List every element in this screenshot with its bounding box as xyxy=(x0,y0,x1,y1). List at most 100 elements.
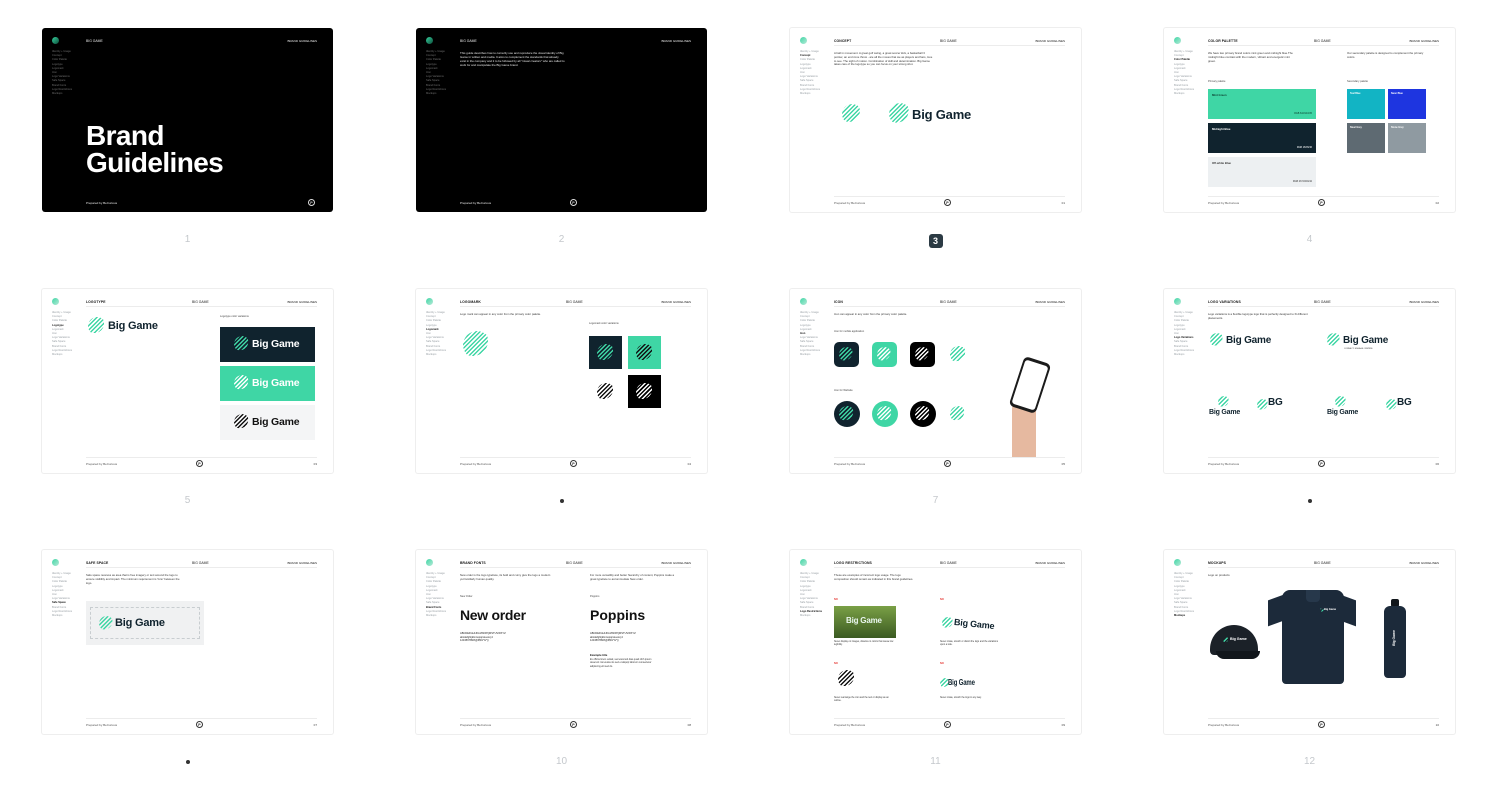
slide-title: SAFE SPACE xyxy=(86,561,109,565)
header-guidelines: BRAND GUIDELINES xyxy=(1035,300,1065,304)
slide-title: BRAND FONTS xyxy=(460,561,486,565)
brand-logo-icon xyxy=(52,298,59,305)
slide-thumbnail[interactable]: Identity + Usage Concept Color Palette Logo… xyxy=(790,289,1081,506)
footer-divider xyxy=(1208,718,1439,719)
logomark-icon xyxy=(463,331,491,359)
page-number[interactable]: 5 xyxy=(42,495,333,506)
slide-10[interactable]: Identity + Usage Concept Color Palette Logo… xyxy=(416,550,707,734)
slide-5[interactable]: Identity + Usage Concept Color Palette Logo… xyxy=(42,289,333,473)
swatch-stone-grey: Stone Grey xyxy=(1388,123,1426,153)
slide-thumbnail[interactable]: Identity + Usage Concept Color Palette Logo… xyxy=(1164,28,1455,245)
header-divider xyxy=(86,306,317,307)
page-number[interactable]: 1 xyxy=(42,234,333,245)
slide-thumbnail[interactable]: Identity + Usage Concept Color Palette Logo… xyxy=(42,550,333,764)
font2-sample: Poppins xyxy=(590,607,646,623)
web-icon-plain xyxy=(950,406,966,422)
page-number[interactable]: 4 xyxy=(1164,234,1455,245)
logo-wordmark: Big Game xyxy=(912,107,972,122)
page-number-loading[interactable] xyxy=(42,756,333,767)
header-brand: BIG GAME xyxy=(192,300,209,304)
page-number-loading[interactable] xyxy=(1164,495,1455,506)
brand-logo-icon xyxy=(800,298,807,305)
cover-title-line-2: Guidelines xyxy=(86,147,224,178)
page-number[interactable]: 7 xyxy=(790,495,1081,506)
slide-11[interactable]: Identity + Usage Concept Color Palette Logo… xyxy=(790,550,1081,734)
slide-7[interactable]: Identity + Usage Concept Color Palette Logo… xyxy=(790,289,1081,473)
slide-thumbnail[interactable]: BIG GAME BRAND GUIDELINES Identity + Usa… xyxy=(416,28,707,245)
slide-sidenav: Identity + Usage Concept Color Palette Logo… xyxy=(800,572,832,618)
page-number-loading[interactable] xyxy=(416,495,707,506)
restriction-photo: Big Game xyxy=(834,606,896,638)
slide-4[interactable]: Identity + Usage Concept Color Palette Logo… xyxy=(1164,28,1455,212)
sidenav-item[interactable]: Mockups xyxy=(52,614,84,618)
slide-9[interactable]: Identity + Usage Concept Color Palette Logo… xyxy=(42,550,333,734)
restriction-2-text: Never rotate, stretch or distort the log… xyxy=(940,641,998,646)
header-guidelines: BRAND GUIDELINES xyxy=(1035,39,1065,43)
sidenav-item[interactable]: Mockups xyxy=(52,92,84,96)
footer-divider xyxy=(834,457,1065,458)
logomark-black-tile xyxy=(628,375,661,408)
header-divider xyxy=(834,567,1065,568)
page-number[interactable]: 12 xyxy=(1164,756,1455,767)
sidenav-item[interactable]: Mockups xyxy=(1174,614,1206,618)
slide-thumbnail[interactable]: Identity + Usage Concept Color Palette Logo… xyxy=(1164,550,1455,767)
sidenav-item[interactable]: Mockups xyxy=(426,353,458,357)
footer-mark-icon: P xyxy=(944,460,951,467)
sidenav-item[interactable]: Mockups xyxy=(1174,92,1206,96)
logo-short-wordmark: BG xyxy=(1268,397,1283,408)
web-icon-green xyxy=(872,401,898,427)
sidenav-item[interactable]: Mockups xyxy=(800,614,832,618)
footer-divider xyxy=(460,718,691,719)
slide-3[interactable]: Identity + Usage Concept Color Palette Logo… xyxy=(790,28,1081,212)
slide-sidenav: Identity + Usage Concept Color Palette Logo… xyxy=(426,311,458,357)
slide-1[interactable]: BIG GAME BRAND GUIDELINES Identity + Usa… xyxy=(42,28,333,212)
header-guidelines: BRAND GUIDELINES xyxy=(287,39,317,43)
slide-thumbnail[interactable]: Identity + Usage Concept Color Palette Logo… xyxy=(416,289,707,503)
mockups-text: Logo on products xyxy=(1208,573,1230,577)
page-number-badge[interactable]: 3 xyxy=(928,234,943,248)
slide-8[interactable]: Identity + Usage Concept Color Palette Logo… xyxy=(1164,289,1455,473)
footer-mark-icon: P xyxy=(570,199,577,206)
logo-wordmark: Big Game xyxy=(1343,335,1389,346)
swatch-off-white-blue: Off-white Blue RGB 237/240/242 xyxy=(1208,157,1316,187)
slide-12[interactable]: Identity + Usage Concept Color Palette Logo… xyxy=(1164,550,1455,734)
alphabet-digits: 1234567890!@#$%^&*() xyxy=(460,639,489,643)
slide-6[interactable]: Identity + Usage Concept Color Palette Logo… xyxy=(416,289,707,473)
alphabet-digits: 1234567890!@#$%^&*() xyxy=(590,639,619,643)
slide-sidenav: Identity + Usage Concept Color Palette Logo… xyxy=(1174,311,1206,357)
header-brand: BIG GAME xyxy=(1314,39,1331,43)
sidenav-item[interactable]: Mockups xyxy=(800,353,832,357)
footer-prepared: Prepared by BeCurious xyxy=(1208,462,1240,466)
slide-thumbnail[interactable]: Identity + Usage Concept Color Palette Logo… xyxy=(1164,289,1455,503)
brand-logo-icon xyxy=(1174,37,1181,44)
sidenav-item[interactable]: Mockups xyxy=(1174,353,1206,357)
logomark-icon xyxy=(889,103,911,125)
sidenav-item[interactable]: Mockups xyxy=(426,92,458,96)
page-number[interactable]: 10 xyxy=(416,756,707,767)
swatch-code: RGB 16/35/46 xyxy=(1296,146,1312,149)
swatch-midnight-blue: Midnight Blue RGB 16/35/46 xyxy=(1208,123,1316,153)
font-text: New order is the logo typeface, its bold… xyxy=(460,573,551,581)
variations-text: Logo variations is a flexible logotype l… xyxy=(1208,312,1308,320)
slide-thumbnail[interactable]: Identity + Usage Concept Color Palette Logo… xyxy=(42,289,333,506)
header-divider xyxy=(460,567,691,568)
footer-page-number: 06 xyxy=(1435,462,1439,466)
slide-thumbnail[interactable]: Identity + Usage Concept Color Palette Logo… xyxy=(416,550,707,767)
swatch-mint-green: Mint Green RGB 63/214/165 xyxy=(1208,89,1316,119)
slide-thumbnail[interactable]: Identity + Usage Concept Color Palette Logo… xyxy=(790,550,1081,767)
slide-thumbnail[interactable]: BIG GAME BRAND GUIDELINES Identity + Usa… xyxy=(42,28,333,245)
app-icon-plain xyxy=(950,346,967,363)
logomark-icon xyxy=(1327,333,1341,347)
slide-2[interactable]: BIG GAME BRAND GUIDELINES Identity + Usa… xyxy=(416,28,707,212)
footer-mark-icon: P xyxy=(196,460,203,467)
footer-prepared: Prepared by BeCurious xyxy=(834,462,866,466)
sidenav-item[interactable]: Mockups xyxy=(52,353,84,357)
page-number[interactable]: 11 xyxy=(790,756,1081,767)
footer-page-number: 01 xyxy=(1061,201,1065,205)
page-number-active[interactable]: 3 xyxy=(790,234,1081,248)
sidenav-item[interactable]: Mockups xyxy=(800,92,832,96)
header-brand: BIG GAME xyxy=(940,300,957,304)
sidenav-item[interactable]: Mockups xyxy=(426,614,458,618)
slide-thumbnail[interactable]: Identity + Usage Concept Color Palette Logo… xyxy=(790,28,1081,248)
page-number[interactable]: 2 xyxy=(416,234,707,245)
